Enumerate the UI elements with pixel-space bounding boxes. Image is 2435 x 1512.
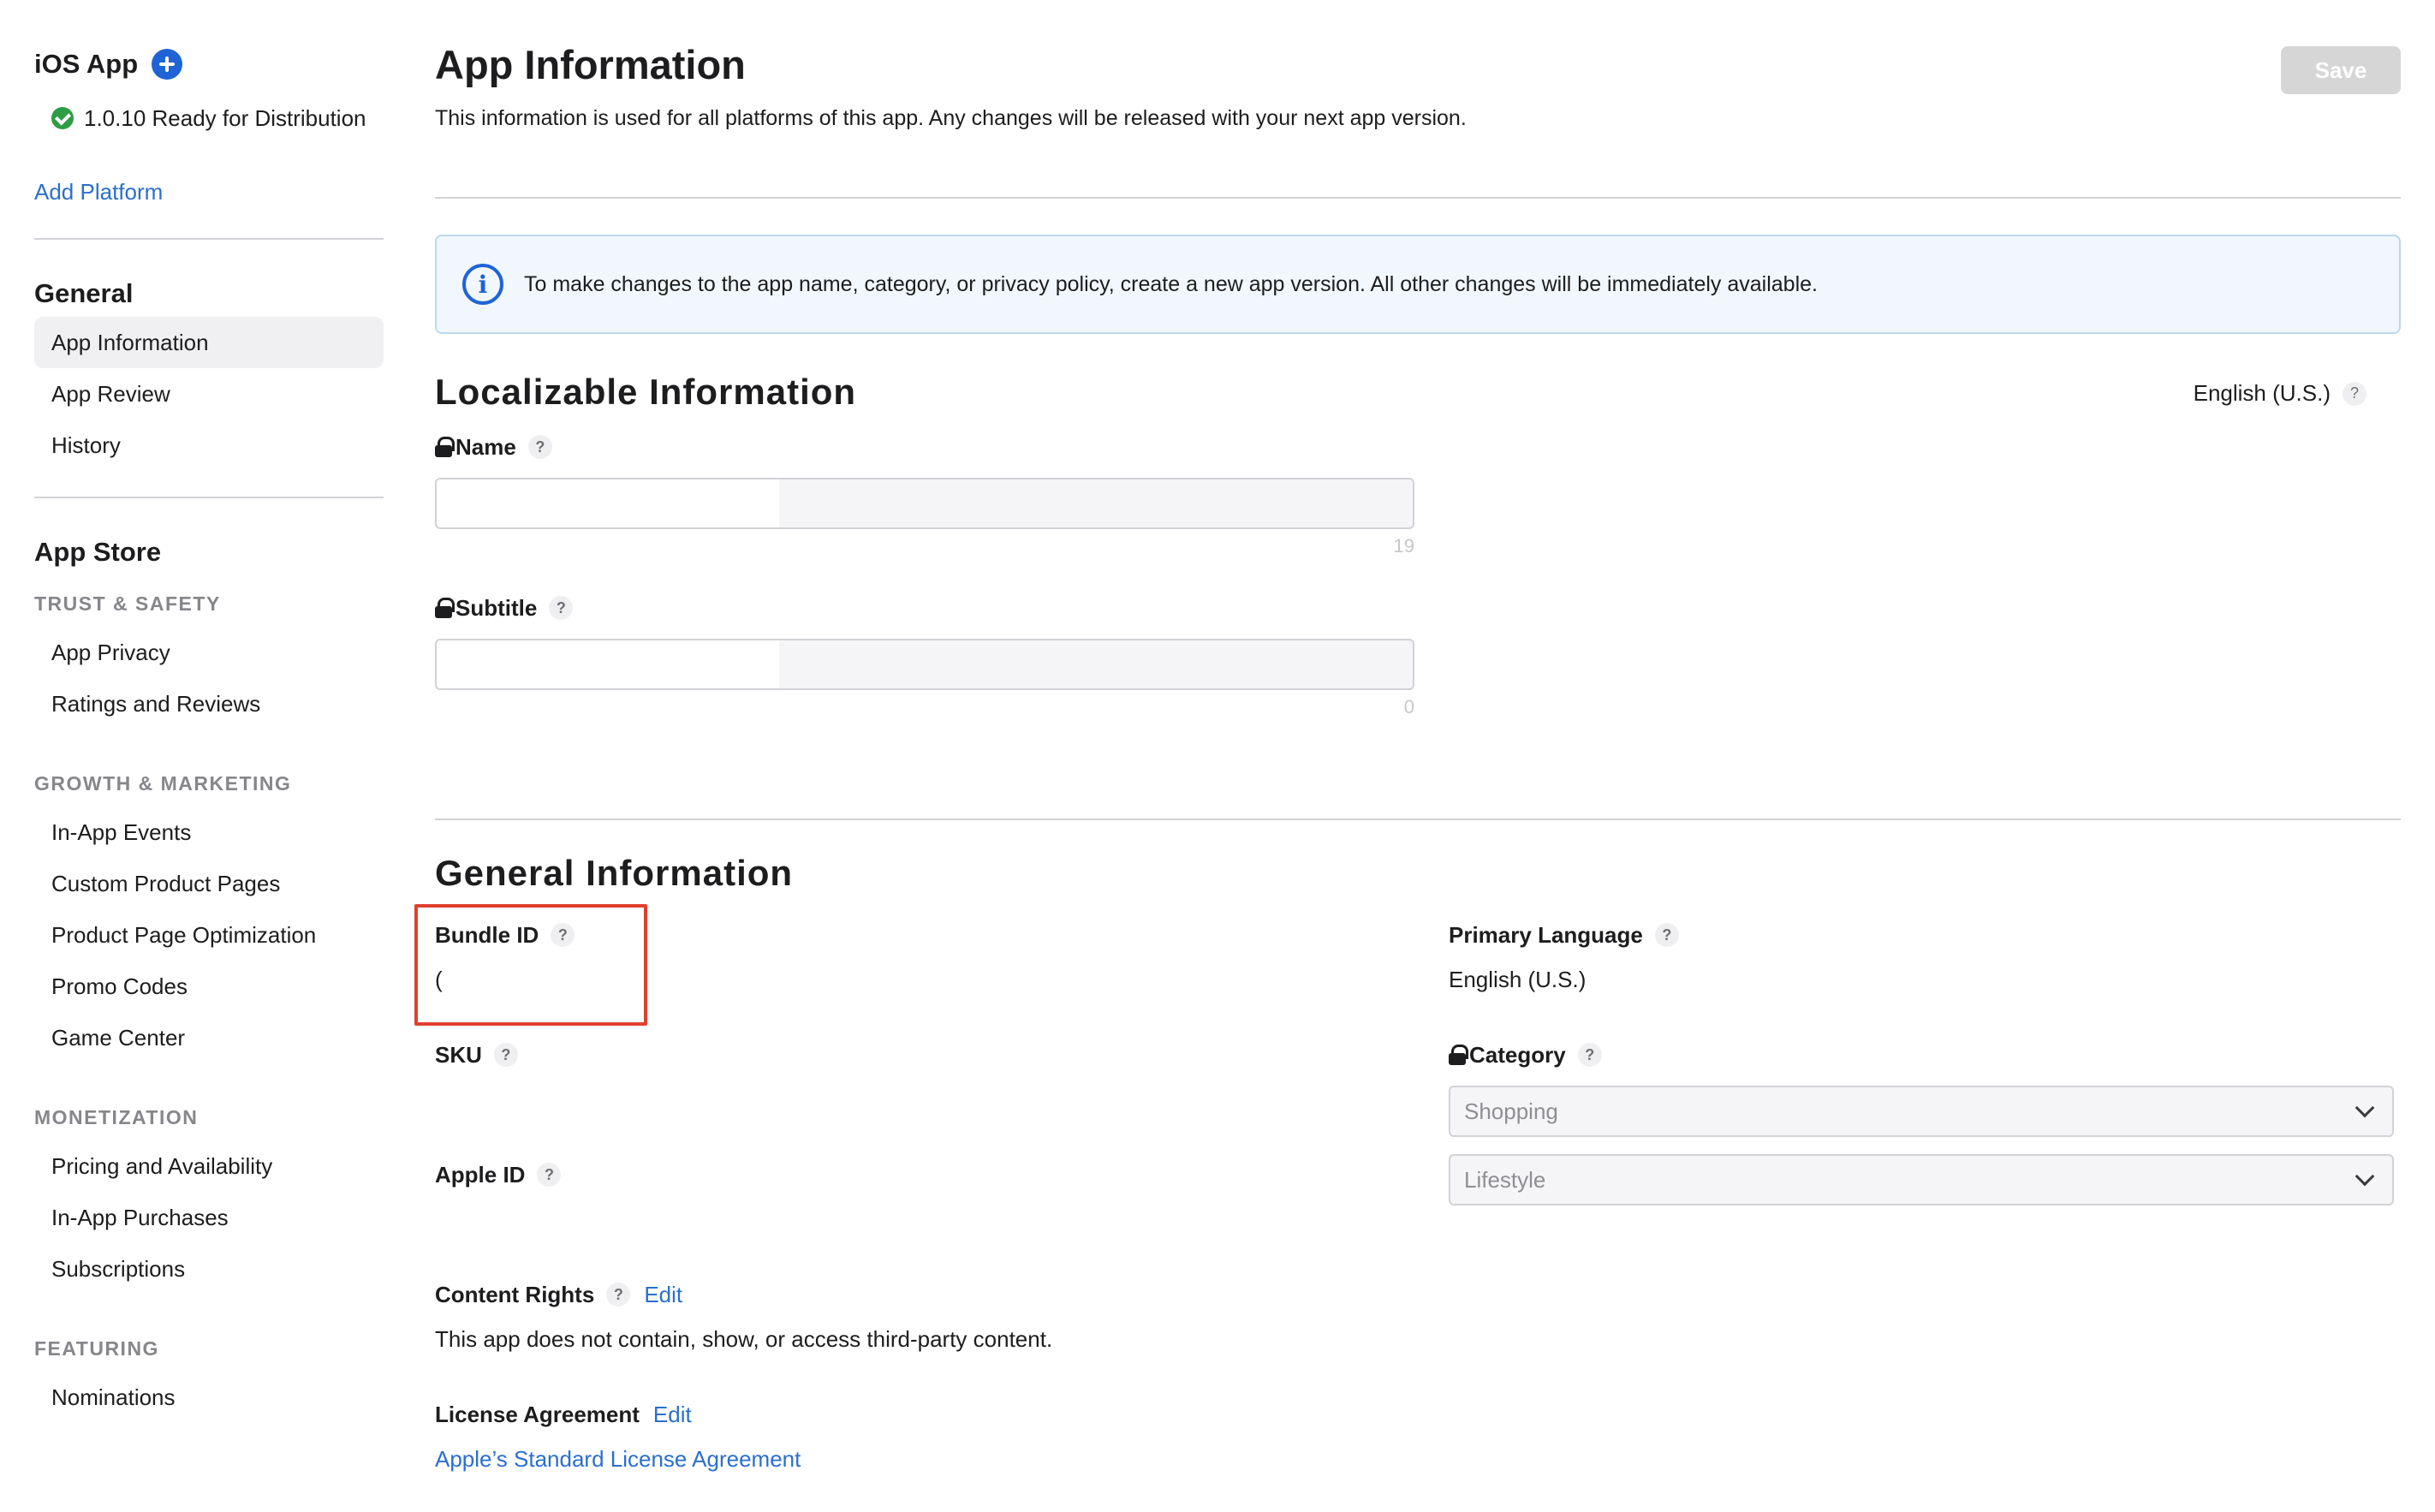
content-rights-value: This app does not contain, show, or acce… [435, 1326, 1053, 1352]
apple-id-label-text: Apple ID [435, 1161, 526, 1188]
help-icon[interactable]: ? [1577, 1043, 1602, 1067]
sidebar-group-monetization: MONETIZATION [34, 1106, 199, 1128]
lock-icon [435, 437, 455, 457]
header-divider [435, 197, 2401, 199]
info-icon: i [462, 264, 503, 305]
content-rights-edit-link[interactable]: Edit [644, 1282, 682, 1308]
primary-language-label: Primary Language ? [1449, 918, 1679, 952]
primary-category-value: Shopping [1464, 1098, 1558, 1124]
secondary-category-value: Lifestyle [1464, 1166, 1546, 1193]
sidebar-item-custom-product-pages[interactable]: Custom Product Pages [34, 858, 384, 909]
sidebar-item-pricing-availability[interactable]: Pricing and Availability [34, 1140, 384, 1192]
subtitle-char-count: 0 [1403, 696, 1414, 717]
license-agreement-field: License Agreement Edit Apple’s Standard … [435, 1397, 801, 1476]
sidebar-item-in-app-events[interactable]: In-App Events [34, 807, 384, 858]
sidebar-item-nominations[interactable]: Nominations [34, 1372, 384, 1423]
main-content: App Information This information is used… [414, 34, 2401, 1500]
sidebar-divider [34, 238, 384, 240]
general-info-section-title: General Information [435, 853, 794, 893]
apple-id-value [435, 1202, 561, 1236]
sidebar-item-app-privacy[interactable]: App Privacy [34, 627, 384, 678]
sku-label: SKU ? [435, 1038, 518, 1072]
sku-value [435, 1082, 518, 1116]
help-icon[interactable]: ? [606, 1283, 631, 1307]
license-agreement-label: License Agreement Edit [435, 1397, 801, 1432]
sidebar: iOS App 1.0.10 Ready for Distribution Ad… [34, 34, 384, 1423]
highlight-annotation-box [414, 904, 647, 1026]
subtitle-input[interactable] [435, 639, 1414, 690]
check-circle-icon [51, 107, 74, 129]
sidebar-item-product-page-optimization[interactable]: Product Page Optimization [34, 909, 384, 961]
license-label-text: License Agreement [435, 1401, 640, 1427]
subtitle-label-text: Subtitle [455, 594, 538, 621]
content-rights-label-text: Content Rights [435, 1281, 595, 1307]
sidebar-item-game-center[interactable]: Game Center [34, 1012, 384, 1063]
apple-id-field: Apple ID ? [435, 1158, 562, 1236]
category-label-text: Category [1469, 1041, 1566, 1068]
info-banner-text: To make changes to the app name, categor… [524, 271, 1818, 296]
category-label: Category ? [1449, 1038, 2394, 1072]
chevron-down-icon [2355, 1098, 2375, 1118]
sidebar-item-subscriptions[interactable]: Subscriptions [34, 1243, 384, 1295]
secondary-category-select[interactable]: Lifestyle [1449, 1154, 2394, 1205]
add-version-plus-icon[interactable] [152, 49, 183, 80]
name-label-text: Name [455, 433, 516, 460]
add-platform-link[interactable]: Add Platform [34, 171, 384, 212]
page-description: This information is used for all platfor… [435, 106, 1467, 130]
localizable-header: Localizable Information English (U.S.) ? [435, 372, 2401, 420]
content-rights-field: Content Rights ? Edit This app does not … [435, 1277, 1052, 1356]
content-rights-label: Content Rights ? Edit [435, 1277, 1052, 1312]
sidebar-item-app-review[interactable]: App Review [34, 368, 384, 420]
sidebar-group-trust-safety: TRUST & SAFETY [34, 592, 221, 615]
sidebar-group-growth-marketing: GROWTH & MARKETING [34, 772, 292, 795]
sidebar-item-app-information[interactable]: App Information [34, 317, 384, 368]
primary-category-select[interactable]: Shopping [1449, 1086, 2394, 1137]
help-icon[interactable]: ? [549, 596, 574, 620]
license-edit-link[interactable]: Edit [653, 1402, 692, 1428]
help-icon[interactable]: ? [527, 435, 552, 459]
help-icon[interactable]: ? [537, 1163, 562, 1187]
sidebar-group-featuring: FEATURING [34, 1337, 159, 1360]
sidebar-divider [34, 497, 384, 498]
sku-label-text: SKU [435, 1041, 482, 1068]
sidebar-item-ratings-reviews[interactable]: Ratings and Reviews [34, 678, 384, 729]
platform-title[interactable]: iOS App [34, 49, 138, 80]
chevron-down-icon [2355, 1166, 2375, 1187]
section-divider [435, 819, 2401, 820]
version-status-text: 1.0.10 Ready for Distribution [84, 104, 366, 131]
lock-icon [1449, 1045, 1468, 1065]
name-input[interactable] [435, 478, 1414, 529]
sku-field: SKU ? [435, 1038, 518, 1116]
app-store-connect-page: iOS App 1.0.10 Ready for Distribution Ad… [0, 0, 2435, 1512]
apple-id-label: Apple ID ? [435, 1158, 562, 1192]
help-icon[interactable]: ? [1654, 923, 1679, 947]
name-field-label: Name ? [435, 430, 2401, 464]
general-info-grid: Bundle ID ? ( SKU ? Apple ID ? Content R… [414, 901, 2401, 1500]
name-char-count: 19 [1393, 535, 1414, 557]
page-title: App Information [435, 42, 746, 87]
save-button[interactable]: Save [2281, 46, 2401, 94]
info-banner: i To make changes to the app name, categ… [435, 235, 2401, 334]
sidebar-item-history[interactable]: History [34, 420, 384, 471]
subtitle-field-label: Subtitle ? [435, 591, 2401, 625]
help-icon[interactable]: ? [2343, 381, 2367, 406]
sidebar-item-in-app-purchases[interactable]: In-App Purchases [34, 1192, 384, 1243]
category-field: Category ? Shopping Lifestyle [1449, 1038, 2394, 1205]
platform-header: iOS App [34, 34, 384, 94]
sidebar-section-app-store: App Store [34, 537, 162, 567]
primary-language-label-text: Primary Language [1449, 921, 1643, 948]
language-selector-value[interactable]: English (U.S.) [2194, 380, 2331, 407]
sidebar-item-promo-codes[interactable]: Promo Codes [34, 961, 384, 1012]
sidebar-section-general: General [34, 278, 134, 308]
primary-language-field: Primary Language ? English (U.S.) [1449, 918, 1679, 997]
help-icon[interactable]: ? [493, 1043, 518, 1067]
lock-icon [435, 598, 455, 618]
license-agreement-link[interactable]: Apple’s Standard License Agreement [435, 1442, 801, 1476]
version-status-row[interactable]: 1.0.10 Ready for Distribution [51, 94, 384, 142]
language-selector[interactable]: English (U.S.) ? [2194, 380, 2367, 407]
primary-language-value: English (U.S.) [1449, 967, 1587, 992]
localizable-section-title: Localizable Information [435, 372, 857, 412]
